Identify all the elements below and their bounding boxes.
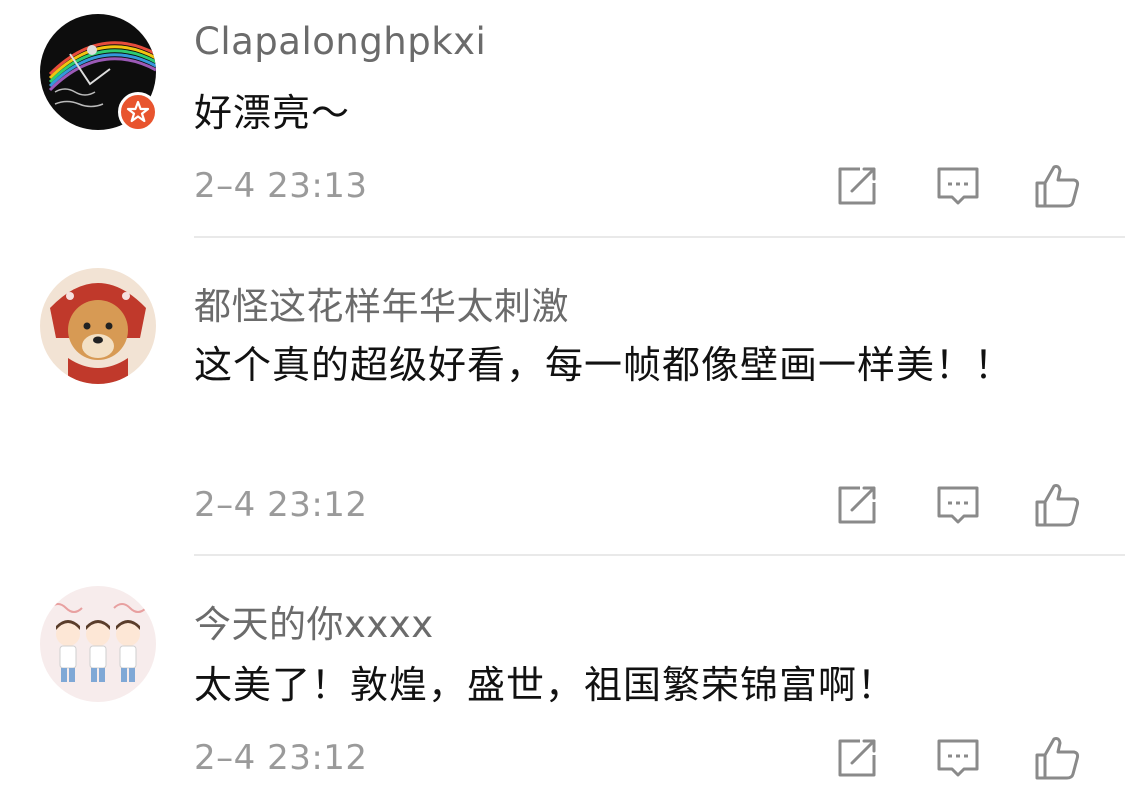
repost-button[interactable] <box>832 480 882 530</box>
like-button[interactable] <box>1032 480 1082 530</box>
comment-username[interactable]: Clapalonghpkxi <box>194 20 486 63</box>
verified-badge <box>118 92 158 132</box>
repost-button[interactable] <box>832 733 882 783</box>
repost-icon <box>838 739 876 777</box>
like-button[interactable] <box>1032 733 1082 783</box>
avatar[interactable] <box>40 586 156 702</box>
comment-time: 2–4 23:12 <box>194 738 368 778</box>
comment-text: 好漂亮～ <box>194 91 351 135</box>
repost-icon <box>838 167 876 205</box>
comment-text: 太美了！敦煌，盛世，祖国繁荣锦富啊！ <box>194 663 897 707</box>
reply-icon <box>937 486 979 524</box>
comment-list: Clapalonghpkxi 好漂亮～ 2–4 23:13 都怪这花样年华太刺激… <box>0 0 1125 809</box>
repost-button[interactable] <box>832 161 882 211</box>
avatar[interactable] <box>40 268 156 384</box>
three-cartoon-boys-icon <box>40 586 156 702</box>
dog-with-red-hood-icon <box>40 268 156 384</box>
like-icon <box>1035 165 1080 208</box>
like-icon <box>1035 484 1080 527</box>
comment-item: Clapalonghpkxi 好漂亮～ 2–4 23:13 <box>0 0 1125 238</box>
comment-item: 今天的你xxxx 太美了！敦煌，盛世，祖国繁荣锦富啊！ 2–4 23:12 <box>0 556 1125 809</box>
like-icon <box>1035 737 1080 780</box>
avatar[interactable] <box>40 14 158 132</box>
comment-text: 这个真的超级好看，每一帧都像壁画一样美！！ <box>194 343 1014 387</box>
comment-time: 2–4 23:12 <box>194 485 368 525</box>
reply-button[interactable] <box>933 161 983 211</box>
comment-username[interactable]: 今天的你xxxx <box>194 594 434 648</box>
like-button[interactable] <box>1032 161 1082 211</box>
star-icon <box>126 100 150 123</box>
reply-icon <box>937 167 979 205</box>
reply-icon <box>937 739 979 777</box>
reply-button[interactable] <box>933 733 983 783</box>
comment-time: 2–4 23:13 <box>194 166 368 206</box>
reply-button[interactable] <box>933 480 983 530</box>
repost-icon <box>838 486 876 524</box>
comment-username[interactable]: 都怪这花样年华太刺激 <box>194 276 569 330</box>
comment-item: 都怪这花样年华太刺激 这个真的超级好看，每一帧都像壁画一样美！！ 2–4 23:… <box>0 238 1125 556</box>
